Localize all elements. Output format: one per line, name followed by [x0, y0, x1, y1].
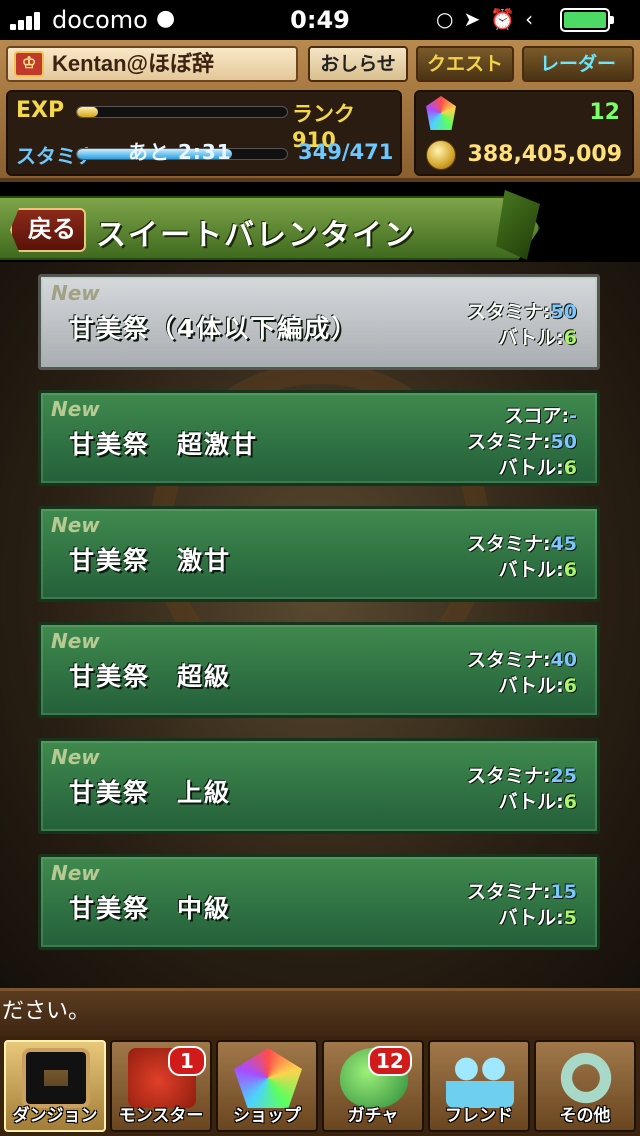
clock: 0:49 — [290, 6, 350, 34]
news-button[interactable]: おしらせ — [308, 46, 408, 82]
player-name-plate[interactable]: ♔ Kentan@ほぼ辞 — [6, 46, 298, 82]
stamina-timer: あと 2:31 — [128, 140, 232, 164]
dungeon-row[interactable]: New 甘美祭 上級 スタミナ:25 バトル:6 — [38, 738, 600, 834]
score-line: スコア:- — [504, 405, 578, 427]
nav-label: モンスター — [118, 1106, 204, 1126]
rainbow-stone-icon — [234, 1048, 302, 1108]
new-badge: New — [51, 513, 100, 537]
dungeon-list: New 甘美祭（4体以下編成） スタミナ:50 バトル:6 New 甘美祭 超激甘 スコア:… — [0, 262, 640, 988]
nav-rainbow-stone-button[interactable]: ショップ — [216, 1040, 318, 1132]
dungeon-row[interactable]: New 甘美祭 中級 スタミナ:15 バトル:5 — [38, 854, 600, 950]
new-badge: New — [51, 745, 100, 769]
magic-stone-icon — [426, 96, 456, 130]
nav-label: フレンド — [445, 1106, 513, 1126]
nav-egg-button[interactable]: 12 ガチャ — [322, 1040, 424, 1132]
nav-label: その他 — [559, 1106, 611, 1126]
dungeon-name: 甘美祭 超激甘 — [69, 430, 259, 459]
notification-badge: 1 — [168, 1046, 206, 1076]
dungeon-name: 甘美祭 超級 — [69, 662, 232, 691]
new-badge: New — [51, 397, 100, 421]
battle-count-line: バトル:6 — [498, 675, 577, 697]
battle-count-line: バトル:6 — [498, 791, 577, 813]
dungeon-stats: スタミナ:45 バトル:6 — [467, 531, 577, 583]
player-name: Kentan@ほぼ辞 — [52, 51, 215, 76]
system-status-icons: ○➤⏰‹ — [436, 7, 544, 31]
dungeon-row[interactable]: New 甘美祭 激甘 スタミナ:45 バトル:6 — [38, 506, 600, 602]
stamina-cost-line: スタミナ:25 — [466, 765, 577, 787]
exp-label: EXP — [16, 98, 65, 123]
stamina-value: 349/471 — [298, 140, 394, 164]
status-bar: docomo ● 0:49 ○➤⏰‹ — [0, 0, 640, 40]
currency-panel: 12 388,405,009 — [414, 90, 634, 176]
battle-count-line: バトル:6 — [498, 327, 577, 349]
nav-label: ガチャ — [347, 1106, 399, 1126]
coin-count: 388,405,009 — [467, 142, 622, 167]
nav-label: ダンジョン — [12, 1106, 98, 1126]
magic-stone-count: 12 — [589, 100, 620, 125]
dungeon-name: 甘美祭（4体以下編成） — [69, 314, 359, 343]
question-mark-icon — [552, 1048, 620, 1108]
nav-dungeon-gate-button[interactable]: ダンジョン — [4, 1040, 106, 1132]
dungeon-row[interactable]: New 甘美祭 超激甘 スコア:- スタミナ:50 バトル:6 — [38, 390, 600, 486]
battle-count-line: バトル:5 — [498, 907, 577, 929]
dungeon-stats: スタミナ:25 バトル:6 — [467, 763, 577, 815]
battle-count-line: バトル:6 — [498, 559, 577, 581]
dungeon-stats: スタミナ:50 バトル:6 — [467, 299, 577, 351]
stamina-cost-line: スタミナ:15 — [466, 881, 577, 903]
radar-button[interactable]: レーダー — [522, 46, 634, 82]
nav-label: ショップ — [233, 1106, 301, 1126]
dungeon-gate-icon — [22, 1048, 90, 1108]
battle-count-line: バトル:6 — [498, 457, 577, 479]
exp-stamina-panel: EXP ランク 910 スタミナ あと 2:31 349/471 — [6, 90, 402, 176]
new-badge: New — [51, 281, 100, 305]
coin-icon — [426, 140, 456, 170]
dungeon-row[interactable]: New 甘美祭（4体以下編成） スタミナ:50 バトル:6 — [38, 274, 600, 370]
back-button[interactable]: 戻る — [10, 208, 86, 252]
dungeon-name: 甘美祭 上級 — [69, 778, 232, 807]
title-bar: 戻る スイートバレンタイン — [0, 196, 540, 260]
nav-monster-dragon-button[interactable]: 1 モンスター — [110, 1040, 212, 1132]
exp-bar — [76, 106, 288, 118]
new-badge: New — [51, 861, 100, 885]
crown-icon: ♔ — [14, 51, 44, 77]
nav-friends-button[interactable]: フレンド — [428, 1040, 530, 1132]
message-ticker: ださい。 — [0, 988, 640, 1036]
dungeon-name: 甘美祭 中級 — [69, 894, 232, 923]
new-badge: New — [51, 629, 100, 653]
player-header: ♔ Kentan@ほぼ辞 おしらせ クエスト レーダー EXP ランク 910 … — [0, 40, 640, 182]
dungeon-stats: スコア:- スタミナ:50 バトル:6 — [467, 403, 577, 481]
dungeon-stats: スタミナ:15 バトル:5 — [467, 879, 577, 931]
stamina-cost-line: スタミナ:50 — [466, 301, 577, 323]
notification-badge: 12 — [368, 1046, 412, 1076]
bottom-nav: ダンジョン 1 モンスター ショップ 12 ガチャ フレンド その他 — [0, 1036, 640, 1136]
battery-icon — [560, 8, 614, 32]
stamina-cost-line: スタミナ:45 — [466, 533, 577, 555]
page-title: スイートバレンタイン — [96, 218, 416, 253]
stamina-cost-line: スタミナ:40 — [466, 649, 577, 671]
quest-button[interactable]: クエスト — [416, 46, 514, 82]
dungeon-stats: スタミナ:40 バトル:6 — [467, 647, 577, 699]
stamina-cost-line: スタミナ:50 — [466, 431, 577, 453]
dungeon-row[interactable]: New 甘美祭 超級 スタミナ:40 バトル:6 — [38, 622, 600, 718]
friends-icon — [446, 1048, 514, 1108]
dungeon-name: 甘美祭 激甘 — [69, 546, 232, 575]
nav-question-mark-button[interactable]: その他 — [534, 1040, 636, 1132]
